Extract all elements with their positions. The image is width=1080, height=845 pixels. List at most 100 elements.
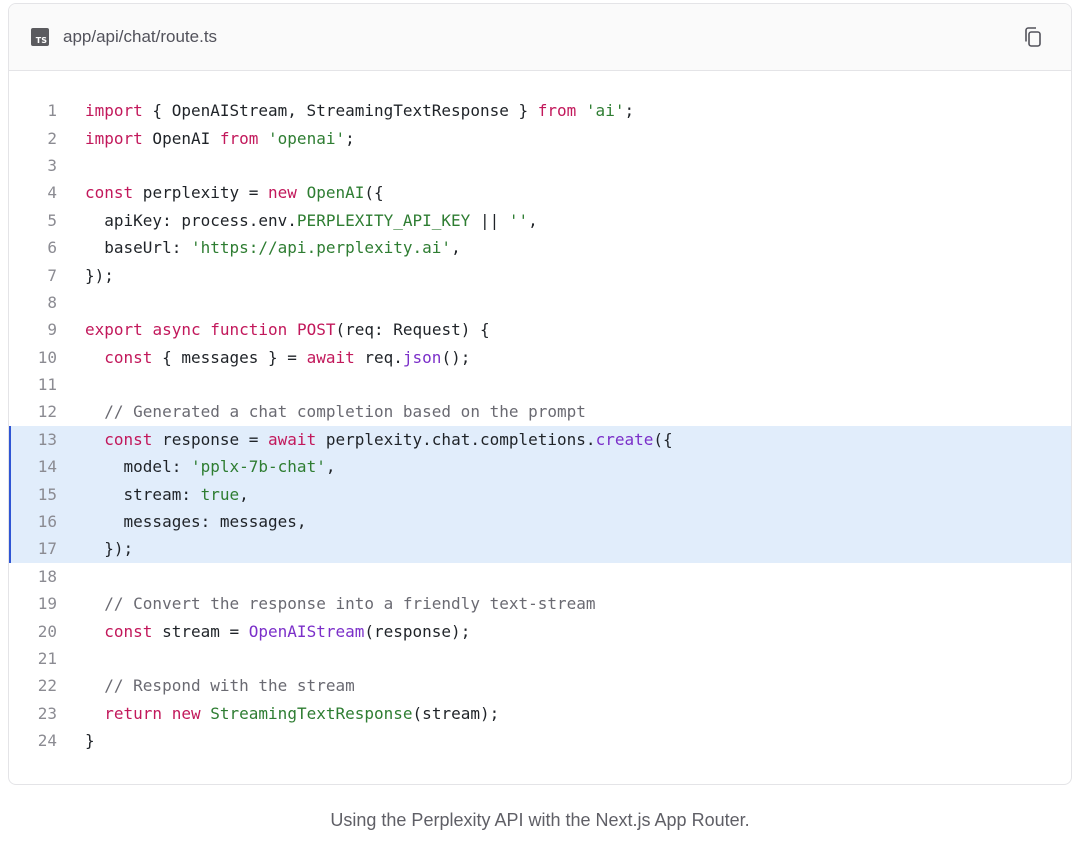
code-token: messages: messages, [85,512,307,532]
typescript-file-icon: TS [31,28,49,46]
line-source: stream: true, [57,485,249,504]
code-token: // Convert the response into a friendly … [85,594,596,614]
code-token: '' [508,210,529,230]
line-number: 8 [47,292,57,312]
code-token: StreamingTextResponse [210,703,413,723]
code-token: baseUrl: [85,238,191,258]
code-token: response = [152,429,269,449]
code-token: await [268,429,317,449]
line-number: 7 [47,265,57,285]
line-source: baseUrl: 'https://api.perplexity.ai', [57,238,461,258]
line-source: const { messages } = await req.json(); [57,348,470,367]
code-token: }); [85,539,134,559]
code-token: export [85,320,143,340]
line-source: import { OpenAIStream, StreamingTextResp… [57,101,634,120]
line-source: }); [57,539,133,558]
code-line: 21 [9,645,1071,672]
code-token: apiKey: process.env. [85,210,297,230]
code-token: // Generated a chat completion based on … [85,402,586,422]
code-token: await [306,347,355,367]
line-number: 18 [37,566,57,586]
line-source: model: 'pplx-7b-chat', [57,457,336,477]
code-token: // Respond with the stream [85,676,355,696]
line-source: // Respond with the stream [57,676,355,696]
code-token: }); [85,265,114,285]
typescript-badge-label: TS [35,36,47,45]
copy-icon [1025,27,1041,47]
code-line: 16 messages: messages, [9,507,1071,536]
code-token: 'openai' [268,128,346,148]
code-line: 19 // Convert the response into a friend… [9,590,1071,617]
code-token: (response); [364,621,471,641]
code-token: import [85,101,143,121]
line-number: 14 [37,457,57,477]
line-source: } [57,731,95,750]
line-number: 23 [37,703,57,723]
code-token: stream: [85,484,201,504]
line-number: 2 [47,128,57,148]
line-number: 13 [37,429,57,449]
code-token: from [537,101,577,121]
code-line: 6 baseUrl: 'https://api.perplexity.ai', [9,234,1071,261]
code-token: model: [85,457,191,477]
code-token: (); [441,347,471,367]
line-number: 17 [37,539,57,559]
line-number: 12 [37,402,57,422]
code-line: 8 [9,289,1071,316]
code-token: POST [296,320,336,340]
code-line: 13 const response = await perplexity.cha… [9,425,1071,454]
code-token: ; [624,101,635,121]
code-token: (req: Request) { [335,320,490,340]
code-token: OpenAI [142,128,220,148]
code-line: 20 const stream = OpenAIStream(response)… [9,617,1071,644]
code-token: const [85,183,134,203]
figure-caption: Using the Perplexity API with the Next.j… [330,810,750,830]
line-source: const stream = OpenAIStream(response); [57,622,470,641]
code-token: 'ai' [585,101,625,121]
line-number: 9 [47,320,57,340]
code-line: 10 const { messages } = await req.json()… [9,344,1071,371]
code-token: from [219,128,259,148]
code-token: OpenAI [306,183,365,203]
code-token: new [171,703,201,723]
line-number: 21 [37,649,57,668]
code-line: 9 export async function POST(req: Request… [9,316,1071,343]
code-line: 2 import OpenAI from 'openai'; [9,124,1071,151]
code-token: , [239,484,249,504]
copy-button[interactable] [1021,25,1045,49]
code-token: } [85,731,95,751]
code-token: perplexity.chat.completions. [316,429,596,449]
code-token: function [210,320,288,340]
code-content: 1 import { OpenAIStream, StreamingTextRes… [9,71,1071,754]
line-number: 22 [37,676,57,696]
line-number: 6 [47,238,57,258]
code-line: 7}); [9,261,1071,288]
line-number: 3 [47,155,57,175]
line-number: 4 [47,183,57,203]
line-source: // Generated a chat completion based on … [57,402,586,421]
code-token: create [595,429,654,449]
code-token: 'https://api.perplexity.ai' [190,238,452,258]
code-block-header: TS app/api/chat/route.ts [9,4,1071,71]
code-token: , [451,238,461,258]
code-token: || [470,210,509,230]
code-line: 12 // Generated a chat completion based … [9,398,1071,425]
code-token: OpenAIStream [248,621,365,641]
line-source: }); [57,266,114,285]
code-line: 5 apiKey: process.env.PERPLEXITY_API_KEY… [9,207,1071,234]
line-number: 19 [37,594,57,614]
code-line: 23 return new StreamingTextResponse(stre… [9,700,1071,727]
code-token: PERPLEXITY_API_KEY [296,210,471,230]
code-token: perplexity = [133,183,269,203]
line-number: 15 [37,484,57,504]
line-source: apiKey: process.env.PERPLEXITY_API_KEY |… [57,210,537,230]
line-number: 1 [47,101,57,121]
code-token: json [402,347,442,367]
code-line: 1 import { OpenAIStream, StreamingTextRes… [9,97,1071,124]
